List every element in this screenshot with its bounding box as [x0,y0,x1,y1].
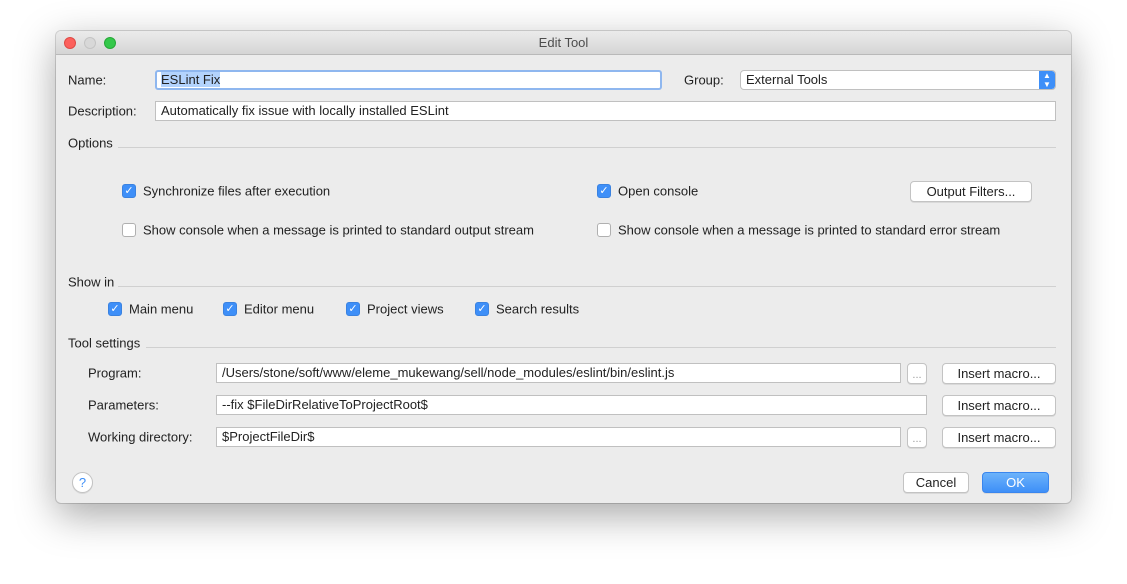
program-browse-button[interactable]: ... [907,363,927,384]
program-value: /Users/stone/soft/www/eleme_mukewang/sel… [222,365,675,380]
name-value: ESLint Fix [161,72,221,87]
chevron-updown-icon: ▲ ▼ [1039,71,1055,89]
description-input[interactable]: Automatically fix issue with locally ins… [155,101,1056,121]
parameters-insert-macro-button[interactable]: Insert macro... [942,395,1056,416]
group-select[interactable]: External Tools ▲ ▼ [740,70,1056,90]
program-insert-macro-button[interactable]: Insert macro... [942,363,1056,384]
open-console-label: Open console [618,183,699,199]
name-input[interactable]: ESLint Fix [155,70,662,90]
show-in-header: Show in [68,274,115,290]
parameters-input[interactable]: --fix $FileDirRelativeToProjectRoot$ [216,395,927,415]
search-results-label: Search results [496,301,580,317]
working-dir-insert-macro-button[interactable]: Insert macro... [942,427,1056,448]
output-filters-button[interactable]: Output Filters... [910,181,1032,202]
ok-button[interactable]: OK [982,472,1049,493]
zoom-window-button[interactable] [104,37,116,49]
show-stdout-label: Show console when a message is printed t… [143,222,534,238]
edit-tool-dialog: Edit Tool Name: ESLint Fix Group: Extern… [56,31,1071,503]
show-stderr-label: Show console when a message is printed t… [618,222,1001,238]
description-value: Automatically fix issue with locally ins… [161,103,449,118]
close-window-button[interactable] [64,37,76,49]
tool-settings-divider [146,347,1056,348]
working-dir-label: Working directory: [88,429,193,445]
main-menu-checkbox[interactable]: ✓ [108,302,122,316]
options-divider [118,147,1056,148]
name-label: Name: [68,72,107,88]
editor-menu-checkbox[interactable]: ✓ [223,302,237,316]
project-views-checkbox[interactable]: ✓ [346,302,360,316]
working-dir-input[interactable]: $ProjectFileDir$ [216,427,901,447]
title-bar: Edit Tool [56,31,1071,55]
help-button[interactable]: ? [72,472,93,493]
search-results-checkbox[interactable]: ✓ [475,302,489,316]
show-stderr-checkbox[interactable] [597,223,611,237]
main-menu-label: Main menu [129,301,194,317]
editor-menu-label: Editor menu [244,301,315,317]
cancel-button[interactable]: Cancel [903,472,969,493]
project-views-label: Project views [367,301,444,317]
open-console-checkbox[interactable]: ✓ [597,184,611,198]
show-in-divider [118,286,1056,287]
working-dir-browse-button[interactable]: ... [907,427,927,448]
program-label: Program: [88,365,142,381]
minimize-window-button[interactable] [84,37,96,49]
parameters-label: Parameters: [88,397,159,413]
group-label: Group: [684,72,724,88]
window-title: Edit Tool [538,35,589,50]
group-value: External Tools [746,72,828,87]
show-stdout-checkbox[interactable] [122,223,136,237]
program-input[interactable]: /Users/stone/soft/www/eleme_mukewang/sel… [216,363,901,383]
sync-checkbox[interactable]: ✓ [122,184,136,198]
tool-settings-header: Tool settings [68,335,141,351]
parameters-value: --fix $FileDirRelativeToProjectRoot$ [222,397,428,412]
sync-label: Synchronize files after execution [143,183,331,199]
options-header: Options [68,135,113,151]
description-label: Description: [68,103,137,119]
working-dir-value: $ProjectFileDir$ [222,429,315,444]
